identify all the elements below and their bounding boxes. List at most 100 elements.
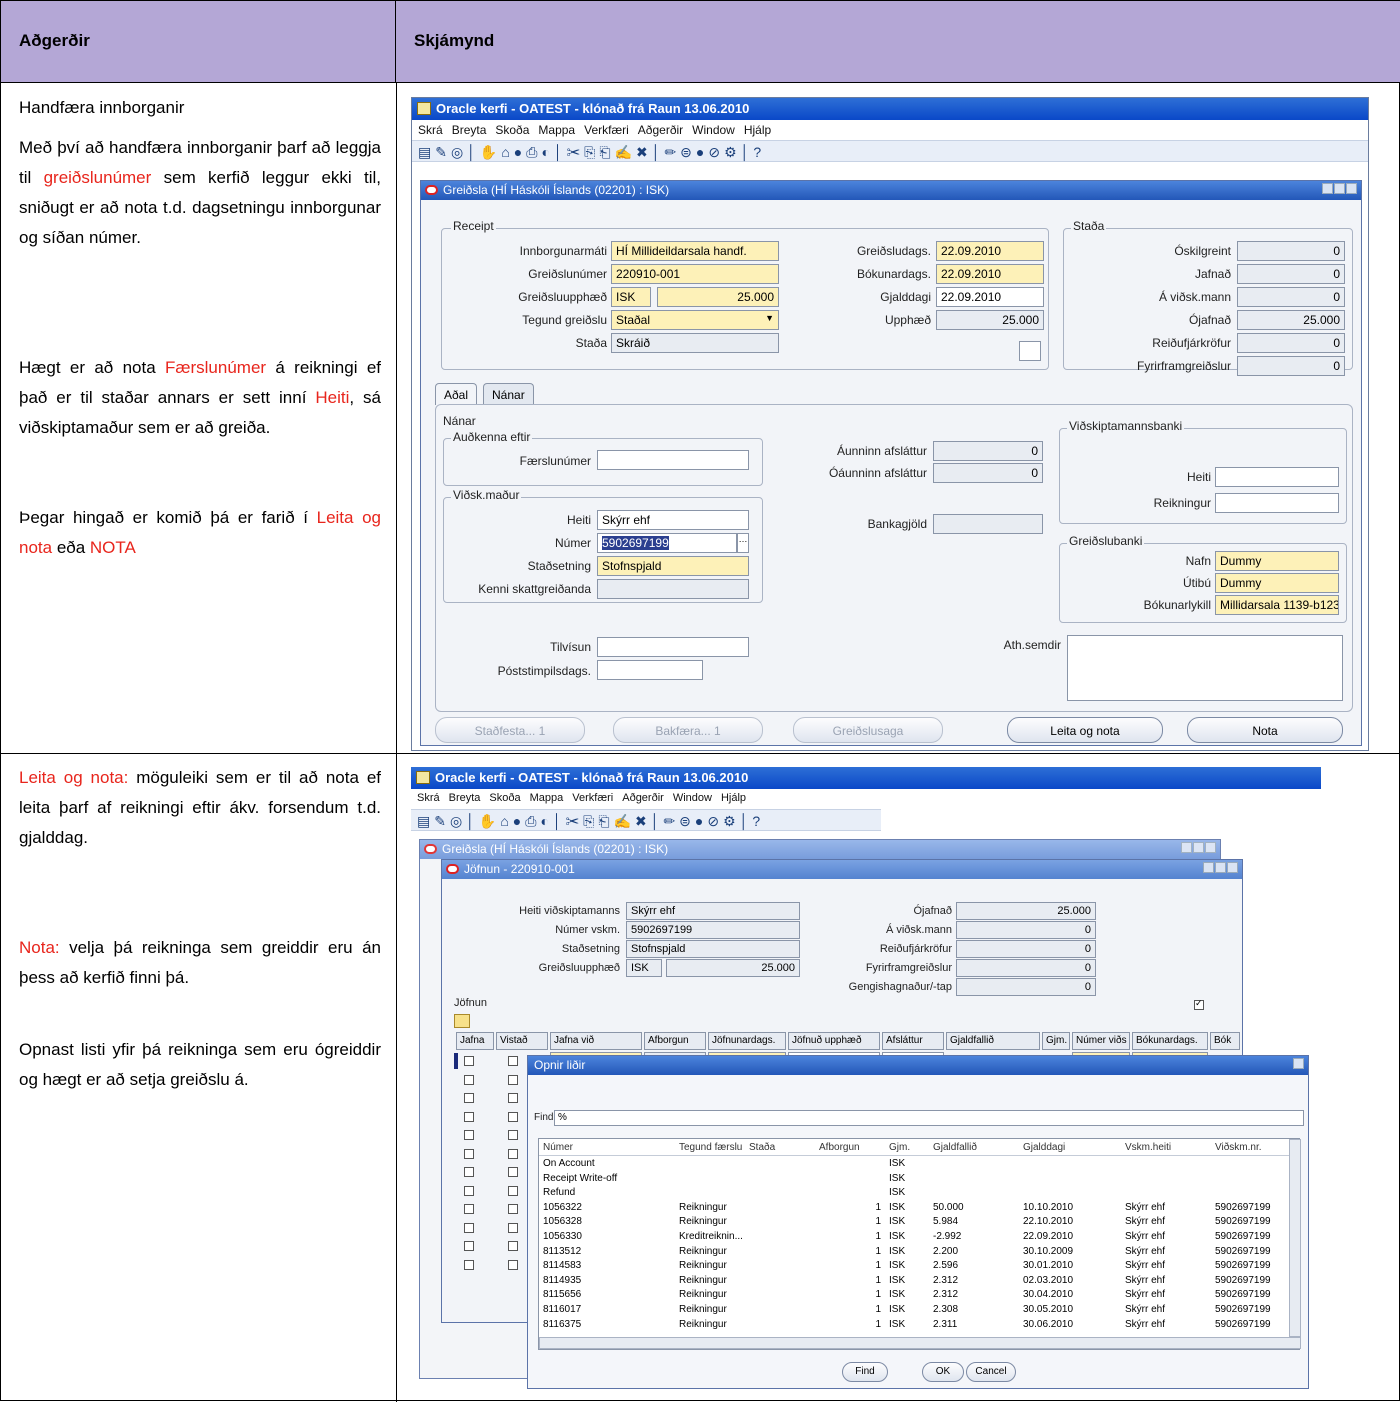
j-stadsetning-field: Stofnspjald [626, 940, 800, 958]
menu-window[interactable]: Window [673, 792, 712, 804]
nafn-field[interactable]: Dummy [1215, 551, 1339, 571]
list-cell: Reikningur [679, 1289, 727, 1301]
menu-verkfaeri[interactable]: Verkfæri [584, 123, 629, 137]
vistad-checkbox[interactable] [508, 1130, 518, 1140]
vistad-checkbox[interactable] [508, 1185, 518, 1196]
vistad-checkbox[interactable] [508, 1241, 518, 1251]
opnir-list[interactable]: Númer Tegund færslu Staða Afborgun Gjm. Gjald… [538, 1138, 1301, 1350]
greidsludags-field[interactable]: 22.09.2010 [936, 241, 1044, 261]
paragraph: Opnast listi yfir þá reikninga sem eru ó… [19, 1035, 381, 1095]
list-header: Staða [749, 1142, 776, 1153]
menu-mappa[interactable]: Mappa [530, 792, 564, 804]
grid-header: Bók [1210, 1032, 1240, 1050]
leita-og-nota-button[interactable]: Leita og nota [1007, 717, 1163, 743]
menu-skoda[interactable]: Skoða [489, 792, 520, 804]
jafna-checkbox[interactable] [464, 1093, 474, 1103]
menu-hjalp[interactable]: Hjálp [721, 792, 746, 804]
vistad-checkbox[interactable] [508, 1056, 518, 1066]
utibu-field[interactable]: Dummy [1215, 573, 1339, 593]
list-cell: 8114583 [543, 1260, 582, 1272]
window-controls[interactable] [1321, 183, 1357, 197]
menu-verkfaeri[interactable]: Verkfæri [572, 792, 613, 804]
jafna-checkbox[interactable] [464, 1259, 474, 1270]
gjalddagi-field[interactable]: 22.09.2010 [936, 287, 1044, 307]
jafna-checkbox[interactable] [464, 1167, 474, 1177]
poststimpils-field[interactable] [597, 660, 703, 680]
bokunarlykill-field[interactable]: Millidarsala 1139-b123 [1215, 595, 1339, 615]
jafna-checkbox[interactable] [464, 1111, 474, 1122]
greidslusaga-button[interactable]: Greiðslusaga [793, 717, 943, 743]
receipt-form-title: Greiðsla (HÍ Háskóli Íslands (02201) : I… [421, 181, 1361, 200]
menu-breyta[interactable]: Breyta [452, 123, 487, 137]
folder-icon[interactable] [454, 1014, 470, 1028]
list-header: Gjalddagi [1023, 1142, 1066, 1153]
stadfesta-button[interactable]: Staðfesta... 1 [435, 717, 585, 743]
tab-adal[interactable]: Aðal [435, 383, 478, 405]
jafna-checkbox[interactable] [464, 1056, 474, 1066]
menu-adgerdir[interactable]: Aðgerðir [638, 123, 683, 137]
jafna-checkbox[interactable] [464, 1148, 474, 1159]
ath-field[interactable] [1067, 635, 1343, 701]
jafna-checkbox[interactable] [464, 1241, 474, 1251]
bakfaera-button[interactable]: Bakfæra... 1 [613, 717, 763, 743]
menu-hjalp[interactable]: Hjálp [744, 123, 771, 137]
nota-button[interactable]: Nota [1187, 717, 1343, 743]
menu-adgerdir[interactable]: Aðgerðir [622, 792, 664, 804]
tab-nanar[interactable]: Nánar [483, 383, 534, 405]
horizontal-scrollbar[interactable] [539, 1337, 1301, 1349]
help-icon[interactable]: ? [753, 144, 765, 160]
jafna-checkbox[interactable] [464, 1185, 474, 1196]
flex-field-button[interactable] [1019, 341, 1041, 361]
find-button[interactable]: Find [842, 1362, 888, 1382]
help-icon[interactable]: ? [752, 813, 764, 829]
column-divider [396, 83, 397, 1402]
highlight-text: NOTA [89, 538, 136, 557]
menu-window[interactable]: Window [692, 123, 735, 137]
numer-field[interactable]: 5902697199 [597, 533, 737, 553]
toolbar-icons[interactable]: ▤✎◎│✋⌂●⎙◐│✂⎘⎗✍✖│✏⊜●⊘⚙│ [418, 144, 753, 160]
heiti-field[interactable]: Skýrr ehf [597, 510, 749, 530]
utibu-label: Útibú [1182, 576, 1211, 590]
toolbar-icons[interactable]: ▤✎◎│✋⌂●⎙◐│✂⎘⎗✍✖│✏⊜●⊘⚙│ [417, 813, 752, 829]
vistad-checkbox[interactable] [508, 1111, 518, 1122]
jafna-checkbox[interactable] [464, 1130, 474, 1140]
jafna-checkbox[interactable] [464, 1204, 474, 1214]
jafna-checkbox[interactable] [464, 1222, 474, 1233]
find-input[interactable]: % [554, 1110, 1304, 1126]
summary-label: Gengishagnaður/-tap [848, 981, 952, 993]
vistad-checkbox[interactable] [508, 1093, 518, 1103]
menu-skra[interactable]: Skrá [418, 123, 443, 137]
tilvisun-field[interactable] [597, 637, 749, 657]
list-cell: ISK [889, 1318, 906, 1330]
list-cell: Reikningur [679, 1260, 727, 1272]
greidslunumer-field[interactable]: 220910-001 [611, 264, 779, 284]
reikningur-field[interactable] [1215, 493, 1339, 513]
lov-button[interactable]: … [737, 533, 749, 553]
vistad-checkbox[interactable] [508, 1074, 518, 1085]
list-cell: 1 [875, 1318, 881, 1330]
stadsetning-field[interactable]: Stofnspjald [597, 556, 749, 576]
tegund-select[interactable]: Staðal ▼ [611, 310, 779, 330]
ok-button[interactable]: OK [922, 1362, 964, 1382]
menu-mappa[interactable]: Mappa [538, 123, 575, 137]
list-cell: 02.03.2010 [1023, 1274, 1074, 1286]
amount-field[interactable]: 25.000 [657, 287, 779, 307]
vertical-scrollbar[interactable] [1289, 1139, 1301, 1337]
innborgunarmati-field[interactable]: HÍ Millideildarsala handf. [611, 241, 779, 261]
vistad-checkbox[interactable] [508, 1204, 518, 1214]
menu-skoda[interactable]: Skoða [495, 123, 529, 137]
bank-heiti-field[interactable] [1215, 467, 1339, 487]
faerslunumer-field[interactable] [597, 450, 749, 470]
vistad-checkbox[interactable] [508, 1148, 518, 1159]
jafna-checkbox[interactable] [464, 1074, 474, 1085]
currency-field[interactable]: ISK [611, 287, 651, 307]
bokunardags-field[interactable]: 22.09.2010 [936, 264, 1044, 284]
vistad-checkbox[interactable] [508, 1222, 518, 1233]
cancel-button[interactable]: Cancel [966, 1362, 1016, 1382]
vistad-checkbox[interactable] [508, 1167, 518, 1177]
menu-skra[interactable]: Skrá [417, 792, 440, 804]
vistad-checkbox[interactable] [508, 1259, 518, 1270]
menu-breyta[interactable]: Breyta [449, 792, 481, 804]
grid-header: Númer viðs [1072, 1032, 1130, 1050]
checkbox-checked[interactable]: ✓ [1194, 998, 1204, 1010]
